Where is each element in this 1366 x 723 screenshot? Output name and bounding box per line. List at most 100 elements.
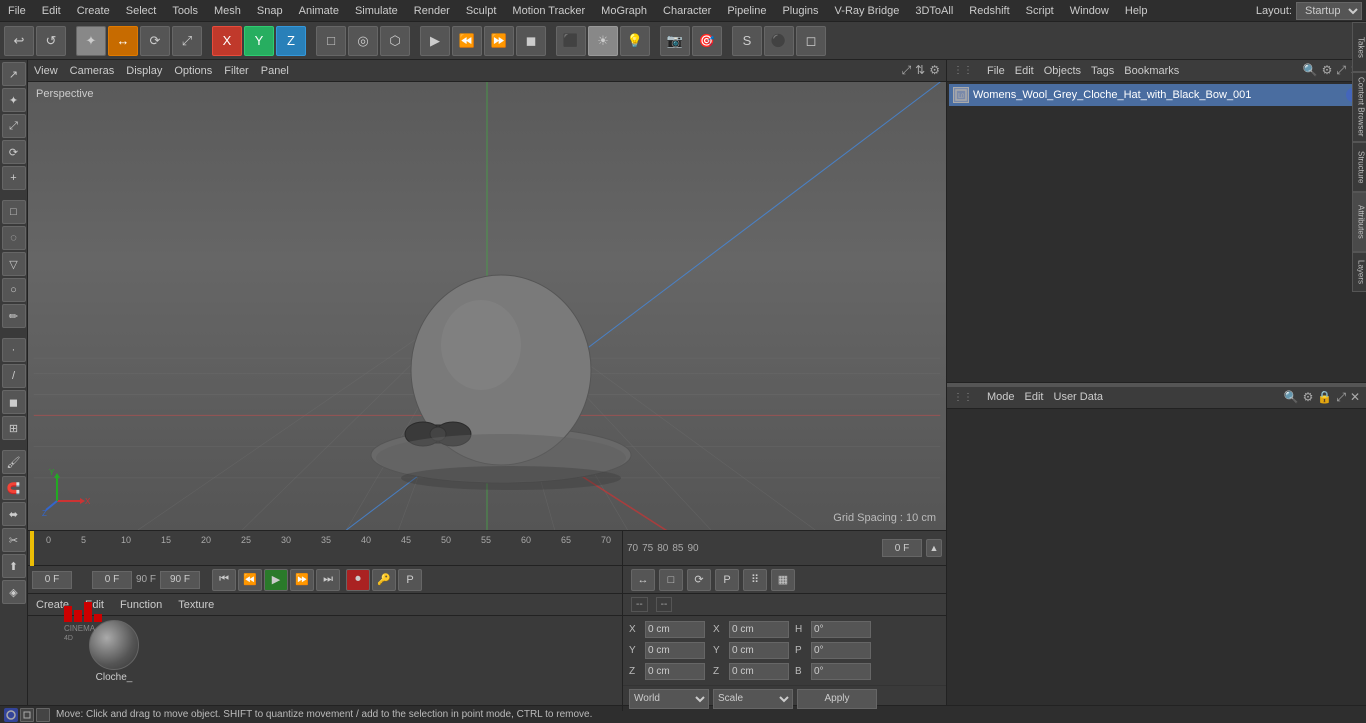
viewport-settings-icon[interactable]: ⚙ xyxy=(929,63,940,78)
tool-move[interactable]: ✦ xyxy=(2,88,26,112)
object-mode-button[interactable]: □ xyxy=(316,26,346,56)
texture-mode-button[interactable]: ⬡ xyxy=(380,26,410,56)
keyframe-button[interactable]: P xyxy=(398,569,422,591)
menu-window[interactable]: Window xyxy=(1062,3,1117,19)
viewport-menu-filter[interactable]: Filter xyxy=(224,65,248,77)
rot-h-input[interactable] xyxy=(811,621,871,638)
tool-points[interactable]: · xyxy=(2,338,26,362)
tool-lasso[interactable]: ◌ xyxy=(2,226,26,250)
redo-button[interactable]: ↺ xyxy=(36,26,66,56)
pos-z-input[interactable] xyxy=(645,663,705,680)
tool-freeform[interactable]: ✏ xyxy=(2,304,26,328)
menu-tools[interactable]: Tools xyxy=(164,3,206,19)
render-viewport-button[interactable]: ▶ xyxy=(420,26,450,56)
rotate-tool-button[interactable]: ⟳ xyxy=(140,26,170,56)
pos-x-input[interactable] xyxy=(645,621,705,638)
mat-menu-texture[interactable]: Texture xyxy=(178,599,214,611)
om-menu-file[interactable]: File xyxy=(987,65,1005,77)
menu-script[interactable]: Script xyxy=(1018,3,1062,19)
coord-dash1[interactable]: -- xyxy=(631,597,648,612)
menu-pipeline[interactable]: Pipeline xyxy=(719,3,774,19)
tool-magnet[interactable]: 🧲 xyxy=(2,476,26,500)
attr-lock-icon[interactable]: 🔒 xyxy=(1317,390,1332,405)
step-forward-button[interactable]: ⏩ xyxy=(290,569,314,591)
om-menu-tags[interactable]: Tags xyxy=(1091,65,1114,77)
attr-settings-icon[interactable]: ⚙ xyxy=(1303,390,1314,405)
tool-tweak[interactable]: ↗ xyxy=(2,62,26,86)
goto-end-button[interactable]: ⏭ xyxy=(316,569,340,591)
play-button[interactable]: ▶ xyxy=(264,569,288,591)
rotate-keyframe-button[interactable]: ⟳ xyxy=(687,569,711,591)
tool-paint[interactable]: 🖌 xyxy=(2,450,26,474)
tab-attributes[interactable]: Attributes xyxy=(1352,192,1366,252)
tool-extrude[interactable]: ⬆ xyxy=(2,554,26,578)
x-axis-button[interactable]: X xyxy=(212,26,242,56)
record-button[interactable]: ⏺ xyxy=(346,569,370,591)
spline-button[interactable]: ◻ xyxy=(796,26,826,56)
mode-icon3[interactable] xyxy=(36,708,50,722)
scale-select[interactable]: Scale xyxy=(713,689,793,709)
search-icon[interactable]: 🔍 xyxy=(1303,63,1318,78)
layout-dropdown[interactable]: Startup xyxy=(1296,2,1362,20)
tool-transform[interactable]: + xyxy=(2,166,26,190)
menu-vray[interactable]: V-Ray Bridge xyxy=(827,3,908,19)
tool-rotate2[interactable]: ⟳ xyxy=(2,140,26,164)
autokey-button[interactable]: 🔑 xyxy=(372,569,396,591)
menu-edit[interactable]: Edit xyxy=(34,3,69,19)
tool-polys[interactable]: ◼ xyxy=(2,390,26,414)
render-region-button[interactable]: ⏪ xyxy=(452,26,482,56)
viewport-canvas[interactable]: .gl{stroke:#777;stroke-width:0.5;opacity… xyxy=(28,82,946,530)
menu-redshift[interactable]: Redshift xyxy=(961,3,1017,19)
menu-select[interactable]: Select xyxy=(118,3,165,19)
attr-menu-userdata[interactable]: User Data xyxy=(1054,391,1104,403)
move-keyframe-button[interactable]: ↔ xyxy=(631,569,655,591)
pos-y-input[interactable] xyxy=(645,642,705,659)
render-picture-button[interactable]: ⏩ xyxy=(484,26,514,56)
light-button[interactable]: 💡 xyxy=(620,26,650,56)
tab-layers[interactable]: Layers xyxy=(1352,252,1366,292)
frame-up-button[interactable]: ▲ xyxy=(926,539,942,557)
om-menu-edit[interactable]: Edit xyxy=(1015,65,1034,77)
menu-file[interactable]: File xyxy=(0,3,34,19)
attr-expand-icon[interactable]: ⤢ xyxy=(1336,390,1346,405)
mode-icon2[interactable] xyxy=(20,708,34,722)
rot-p-input[interactable] xyxy=(811,642,871,659)
tool-bevel[interactable]: ◈ xyxy=(2,580,26,604)
keyframe-toggle-button[interactable]: P xyxy=(715,569,739,591)
menu-snap[interactable]: Snap xyxy=(249,3,291,19)
polygon-button[interactable]: ⚫ xyxy=(764,26,794,56)
keyframe-grid-button[interactable]: ⠿ xyxy=(743,569,767,591)
y-axis-button[interactable]: Y xyxy=(244,26,274,56)
timeline-ruler[interactable]: 0 5 10 15 20 25 30 35 40 45 50 55 60 65 xyxy=(28,531,623,566)
attr-close-icon[interactable]: ✕ xyxy=(1350,390,1360,405)
viewport-menu-display[interactable]: Display xyxy=(126,65,162,77)
tool-knife[interactable]: ✂ xyxy=(2,528,26,552)
select-tool-button[interactable]: ✦ xyxy=(76,26,106,56)
tool-uvs[interactable]: ⊞ xyxy=(2,416,26,440)
object-row[interactable]: L 0 Womens_Wool_Grey_Cloche_Hat_with_Bla… xyxy=(949,84,1364,106)
viewport-menu-options[interactable]: Options xyxy=(174,65,212,77)
tool-circle[interactable]: ○ xyxy=(2,278,26,302)
camera-button[interactable]: 📷 xyxy=(660,26,690,56)
tab-structure[interactable]: Structure xyxy=(1352,142,1366,192)
tool-box-select[interactable]: □ xyxy=(2,200,26,224)
menu-sculpt[interactable]: Sculpt xyxy=(458,3,505,19)
filter-icon[interactable]: ⚙ xyxy=(1322,63,1333,78)
size-x-input[interactable] xyxy=(729,621,789,638)
menu-plugins[interactable]: Plugins xyxy=(774,3,826,19)
scale-keyframe-button[interactable]: □ xyxy=(659,569,683,591)
menu-help[interactable]: Help xyxy=(1117,3,1156,19)
viewport-menu-cameras[interactable]: Cameras xyxy=(70,65,115,77)
preview-start-input[interactable] xyxy=(32,571,72,589)
attr-search-icon[interactable]: 🔍 xyxy=(1284,390,1299,405)
apply-button[interactable]: Apply xyxy=(797,689,877,709)
keyframe-record-button[interactable]: ▦ xyxy=(771,569,795,591)
expand-icon[interactable]: ⤢ xyxy=(1336,63,1346,78)
render-settings-button[interactable]: ◼ xyxy=(516,26,546,56)
floor-object-button[interactable]: ⬛ xyxy=(556,26,586,56)
end-frame-input[interactable] xyxy=(160,571,200,589)
menu-render[interactable]: Render xyxy=(406,3,458,19)
model-mode-button[interactable]: ◎ xyxy=(348,26,378,56)
step-back-button[interactable]: ⏪ xyxy=(238,569,262,591)
tab-content-browser[interactable]: Content Browser xyxy=(1352,72,1366,142)
